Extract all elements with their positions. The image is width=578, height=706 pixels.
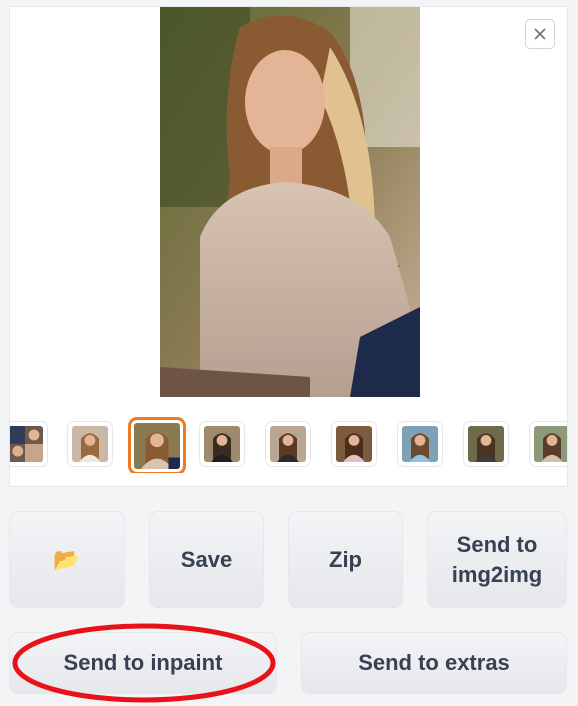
zip-button[interactable]: Zip: [288, 511, 403, 608]
gallery-thumbnail[interactable]: [67, 421, 113, 467]
open-folder-button[interactable]: 📂: [9, 511, 125, 608]
gallery-thumbnail[interactable]: [397, 421, 443, 467]
send-to-img2img-button[interactable]: Send to img2img: [427, 511, 567, 608]
gallery-thumbnail[interactable]: [265, 421, 311, 467]
send-to-img2img-label-line1: Send to: [456, 531, 538, 557]
close-button[interactable]: [525, 19, 555, 49]
preview-image[interactable]: [160, 7, 420, 397]
image-gallery: [9, 6, 568, 487]
save-button[interactable]: Save: [149, 511, 264, 608]
gallery-thumbnail[interactable]: [331, 421, 377, 467]
send-to-inpaint-button[interactable]: Send to inpaint: [9, 632, 277, 694]
thumbnail-strip: [10, 417, 567, 473]
gallery-thumbnail[interactable]: [529, 421, 567, 467]
gallery-thumbnail[interactable]: [463, 421, 509, 467]
gallery-thumbnail-selected[interactable]: [128, 417, 186, 473]
gallery-thumbnail[interactable]: [199, 421, 245, 467]
folder-icon: 📂: [53, 546, 81, 572]
send-to-img2img-label-line2: img2img: [451, 561, 543, 587]
close-icon: [534, 28, 546, 40]
send-to-extras-button[interactable]: Send to extras: [301, 632, 567, 694]
gallery-thumbnail[interactable]: [10, 421, 48, 467]
